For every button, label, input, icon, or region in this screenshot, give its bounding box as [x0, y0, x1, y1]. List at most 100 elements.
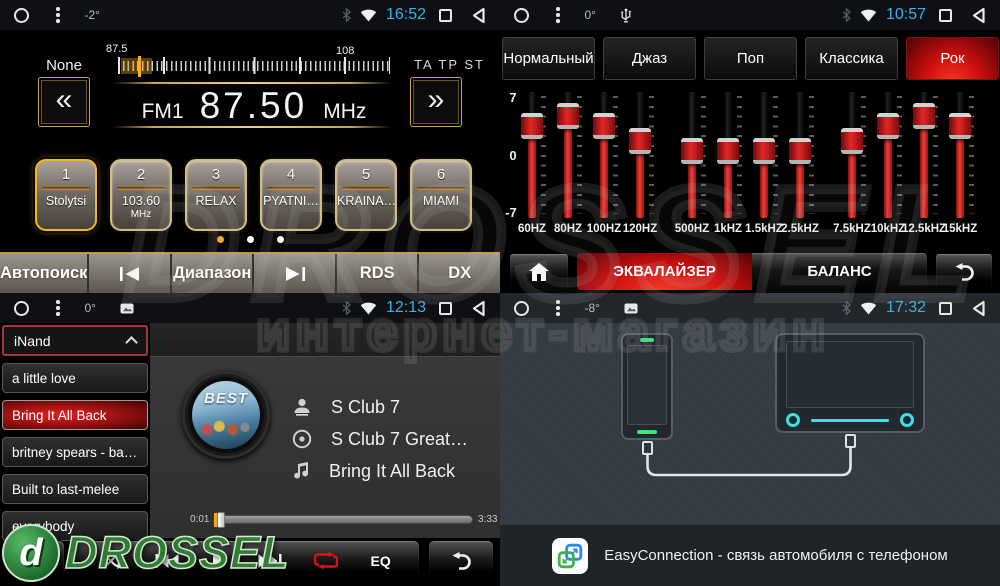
usb-plug [642, 441, 653, 455]
seek-down-button[interactable]: « [38, 77, 90, 127]
nav-back-icon[interactable] [971, 7, 986, 24]
eq-slider-60hz[interactable] [518, 92, 548, 218]
eq-slider-2-5khz[interactable] [786, 92, 816, 218]
chevron-up-icon [125, 336, 138, 349]
dx-button[interactable]: DX [419, 254, 500, 293]
shuffle-button[interactable] [101, 553, 123, 569]
eq-slider-12-5khz[interactable] [910, 92, 940, 218]
nav-back-icon[interactable] [471, 7, 486, 24]
back-button[interactable] [428, 540, 494, 581]
previous-track-button[interactable] [155, 553, 179, 569]
eq-slider-handle[interactable] [753, 138, 775, 164]
head-unit-illustration [775, 333, 925, 433]
playlist-item[interactable]: Built to last-melee [2, 474, 148, 504]
eq-slider-handle[interactable] [789, 138, 811, 164]
eq-slider-handle[interactable] [557, 103, 579, 129]
album-disc-icon [292, 429, 312, 449]
nav-back-icon[interactable] [971, 300, 986, 317]
repeat-button[interactable] [314, 552, 338, 569]
tuning-scale[interactable] [118, 57, 390, 77]
eq-slider-1-5khz[interactable] [750, 92, 780, 218]
eq-slider-handle[interactable] [913, 103, 935, 129]
seek-bar[interactable] [213, 515, 473, 524]
nav-recents-icon[interactable] [939, 9, 952, 22]
playlist-folder-dropdown[interactable]: iNand [2, 325, 148, 356]
bluetooth-icon [842, 8, 851, 22]
eq-preset-classic[interactable]: Классика [805, 37, 898, 80]
eq-preset-normal[interactable]: Нормальный [502, 37, 595, 80]
eq-slider-500hz[interactable] [678, 92, 708, 218]
preset-button-6[interactable]: 6 MIAMI [410, 159, 472, 231]
preset-button-2[interactable]: 2 103.60 MHz [110, 159, 172, 231]
elapsed-time: 0:01 [190, 514, 209, 525]
eq-slider-15khz[interactable] [946, 92, 976, 218]
eq-slider-handle[interactable] [877, 113, 899, 139]
preset-button-4[interactable]: 4 PYATNI… [260, 159, 322, 231]
menu-dots-icon[interactable] [556, 7, 560, 23]
seek-handle[interactable] [217, 512, 225, 528]
home-button[interactable] [509, 253, 569, 290]
tab-equalizer[interactable]: ЭКВАЛАЙЗЕР [577, 253, 752, 290]
eq-slider-100hz[interactable] [590, 92, 620, 218]
seek-up-button[interactable]: » [410, 77, 462, 127]
next-track-button[interactable] [258, 553, 282, 569]
tab-balance[interactable]: БАЛАНС [752, 253, 927, 290]
eq-slider-handle[interactable] [841, 128, 863, 154]
nav-home-icon[interactable] [14, 301, 29, 316]
eq-settings-button[interactable]: EQ [371, 553, 391, 569]
eq-slider-handle[interactable] [949, 113, 971, 139]
nav-recents-icon[interactable] [439, 302, 452, 315]
temperature-label: -8° [585, 301, 600, 315]
nav-home-icon[interactable] [14, 8, 29, 23]
menu-dots-icon[interactable] [56, 7, 60, 23]
usb-plug [845, 434, 856, 448]
nav-back-icon[interactable] [471, 300, 486, 317]
easyconnection-bar: EasyConnection - связь автомобиля с теле… [500, 525, 1000, 586]
clock: 16:52 [386, 6, 426, 24]
preset-button-5[interactable]: 5 KRAINA… [335, 159, 397, 231]
back-button[interactable] [935, 253, 993, 290]
play-button[interactable] [212, 553, 226, 569]
usb-cable [500, 293, 1000, 525]
menu-dots-icon[interactable] [556, 300, 560, 316]
playlist-item[interactable]: britney spears - ba… [2, 437, 148, 467]
preset-name-label: None [30, 57, 98, 74]
playlist-item[interactable]: a little love [2, 363, 148, 393]
preset-button-3[interactable]: 3 RELAX [185, 159, 247, 231]
nav-home-icon[interactable] [514, 8, 529, 23]
eq-slider-handle[interactable] [629, 128, 651, 154]
eq-slider-handle[interactable] [521, 113, 543, 139]
page-dot[interactable] [217, 236, 224, 243]
playlist-item-selected[interactable]: Bring It All Back [2, 400, 148, 430]
radio-screen: -2° 16:52 None 87.5 108 TA TP ST FM1 87.… [0, 0, 500, 293]
eq-slider-handle[interactable] [681, 138, 703, 164]
menu-dots-icon[interactable] [56, 300, 60, 316]
skip-previous-button[interactable] [89, 254, 172, 293]
page-dot[interactable] [247, 236, 254, 243]
clock: 10:57 [886, 6, 926, 24]
nav-recents-icon[interactable] [939, 302, 952, 315]
playlist-view-button[interactable] [8, 540, 65, 581]
playlist-item[interactable]: everybody [2, 511, 148, 541]
nav-recents-icon[interactable] [439, 9, 452, 22]
eq-preset-rock[interactable]: Рок [906, 37, 999, 80]
rds-button[interactable]: RDS [337, 254, 420, 293]
page-dot[interactable] [277, 236, 284, 243]
autosearch-button[interactable]: Автопоиск [0, 254, 89, 293]
skip-previous-icon [119, 266, 141, 282]
eq-slider-handle[interactable] [593, 113, 615, 139]
eq-slider-1khz[interactable] [714, 92, 744, 218]
home-icon [529, 263, 549, 281]
eq-preset-jazz[interactable]: Джаз [603, 37, 696, 80]
eq-slider-120hz[interactable] [626, 92, 656, 218]
skip-next-button[interactable] [254, 254, 337, 293]
eq-slider-handle[interactable] [717, 138, 739, 164]
eq-slider-80hz[interactable] [554, 92, 584, 218]
eq-slider-7-5khz[interactable] [838, 92, 868, 218]
eq-slider-10khz[interactable] [874, 92, 904, 218]
preset-button-1[interactable]: 1 Stolytsi [35, 159, 97, 231]
eq-preset-pop[interactable]: Поп [704, 37, 797, 80]
nav-home-icon[interactable] [514, 301, 529, 316]
band-button[interactable]: Диапазон [172, 254, 255, 293]
easyconnection-app-icon[interactable] [552, 538, 588, 574]
